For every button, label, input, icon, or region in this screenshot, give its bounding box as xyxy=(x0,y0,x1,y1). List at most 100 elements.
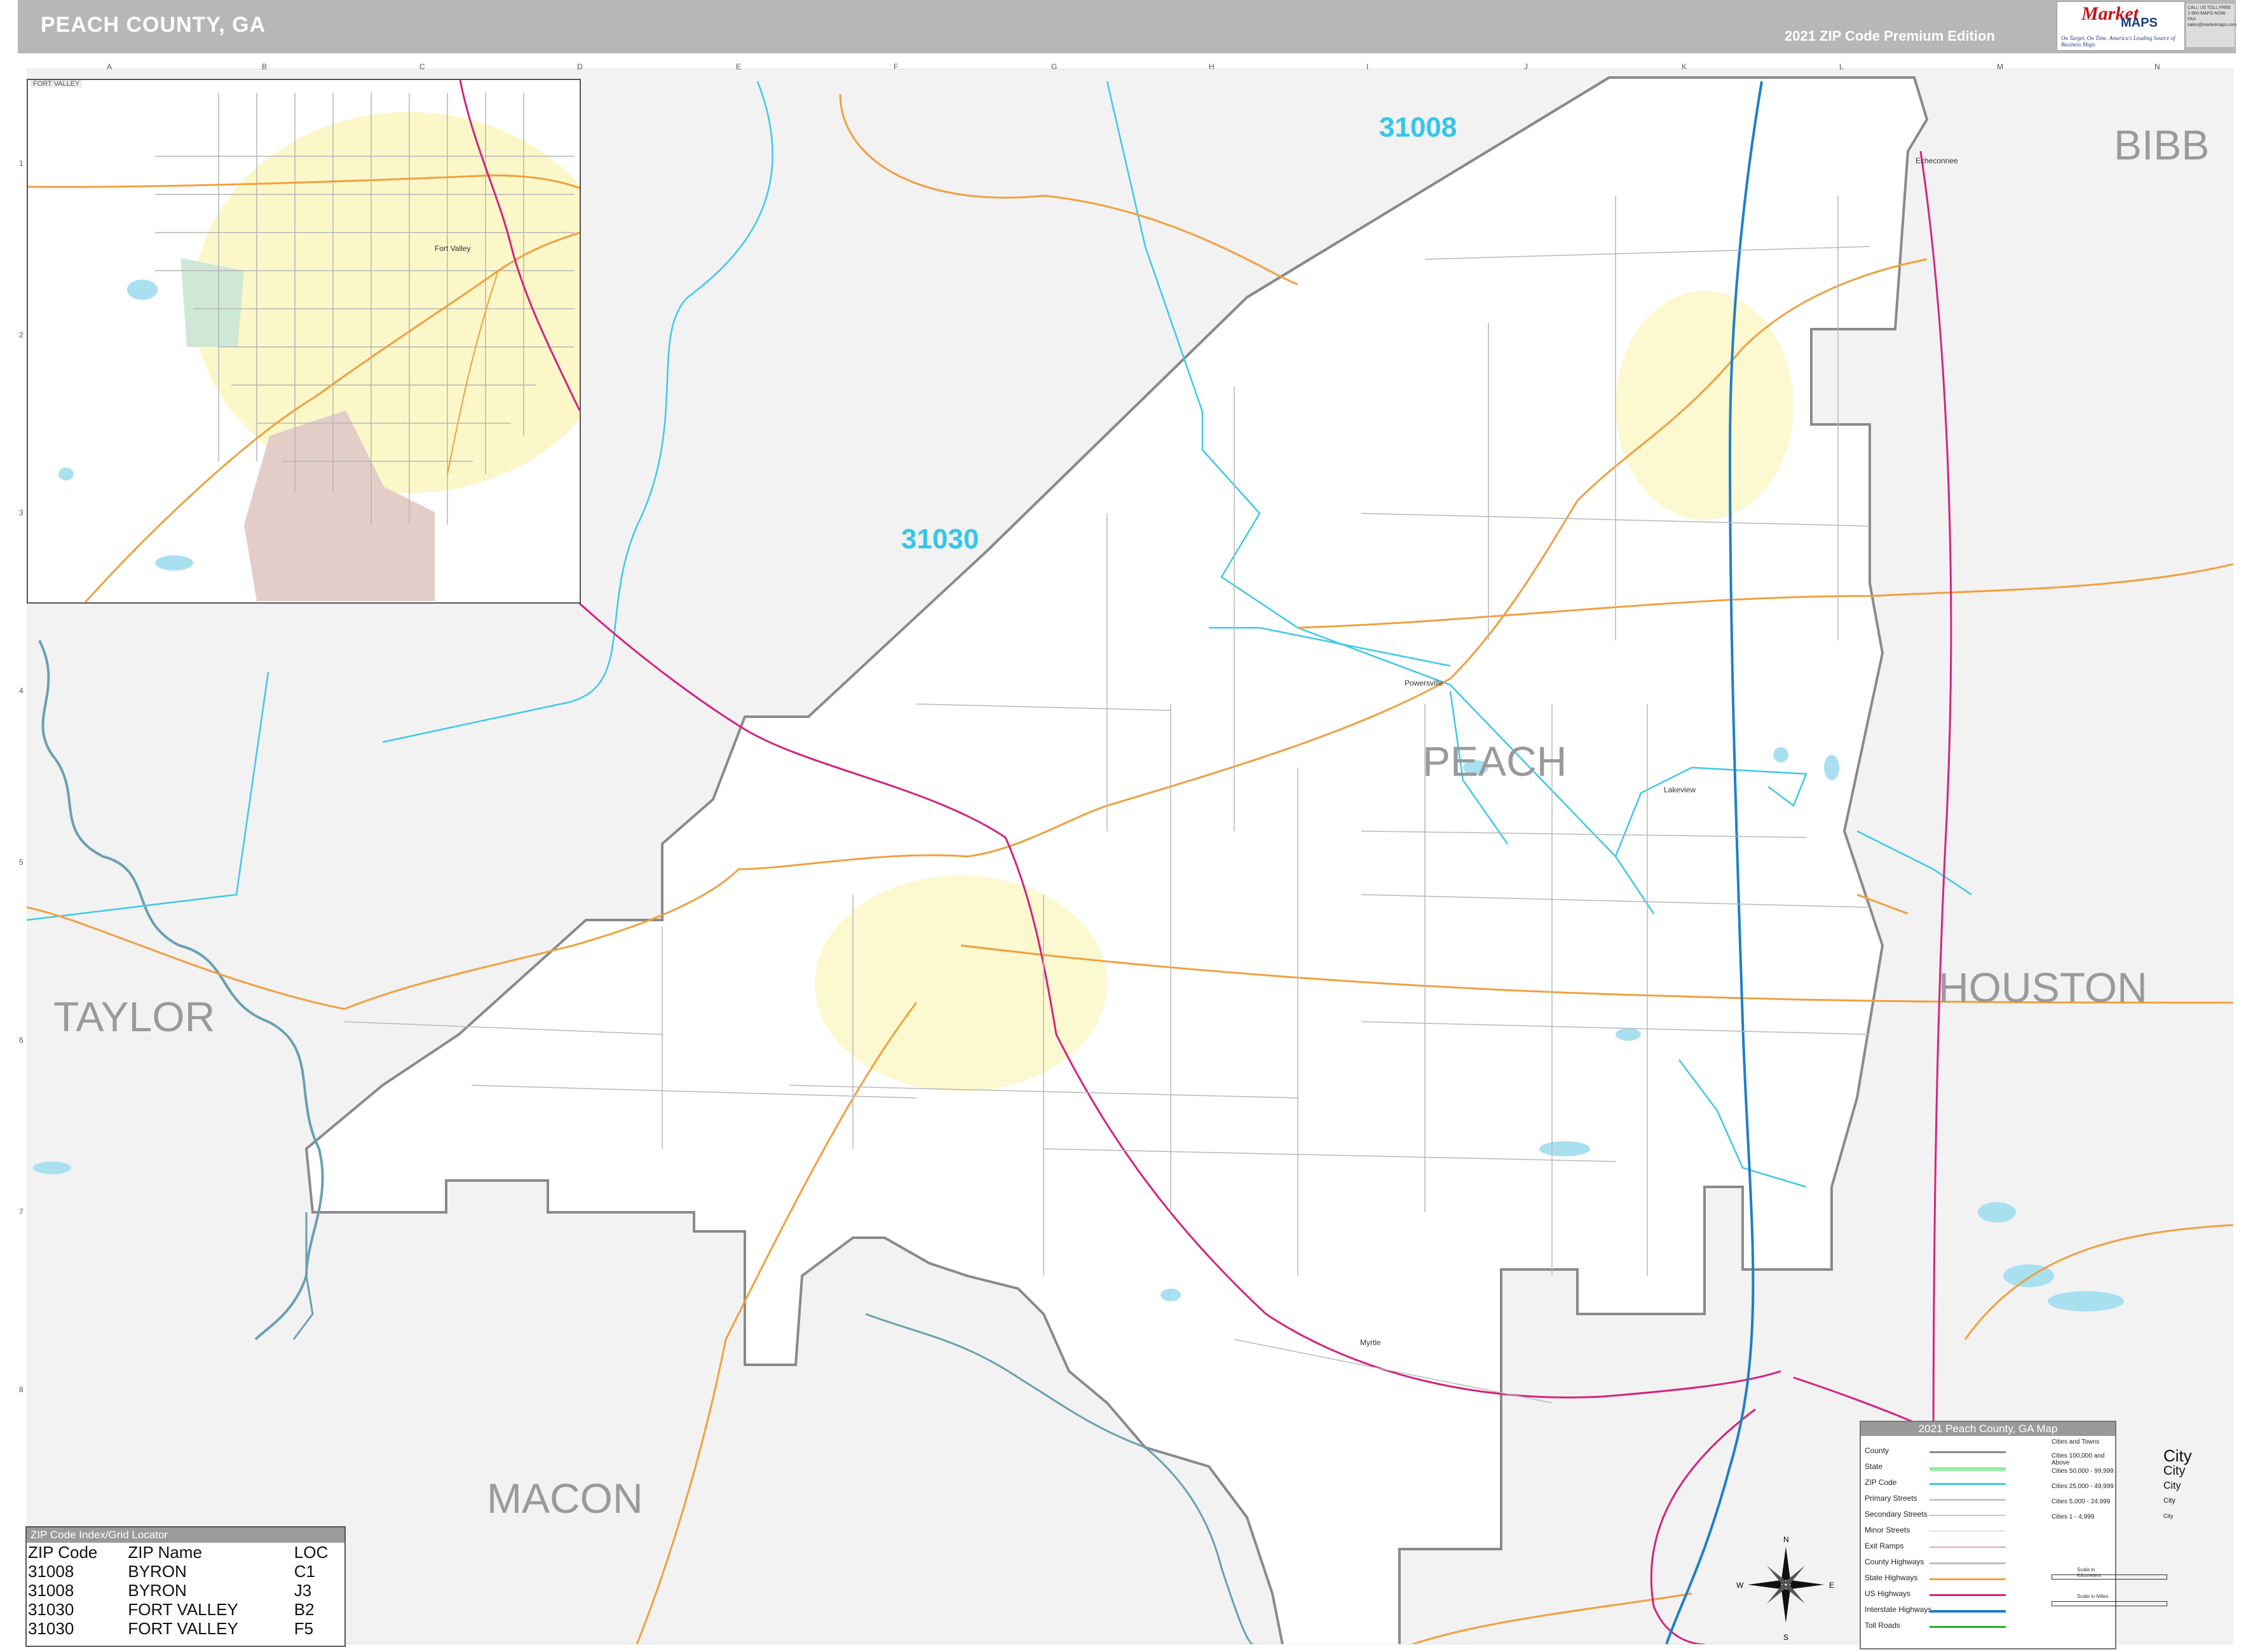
zip-loc-cell: B2 xyxy=(294,1600,315,1619)
zip-code-cell: 31030 xyxy=(28,1619,74,1638)
legend-pop-header: Cities and Towns xyxy=(2052,1439,2100,1446)
zip-index-header: LOC xyxy=(294,1543,329,1562)
legend-item: Exit Ramps xyxy=(1865,1541,1904,1550)
inset-title: FORT VALLEY xyxy=(31,80,83,88)
legend-swatch xyxy=(1930,1562,2006,1564)
edition-label: 2021 ZIP Code Premium Edition xyxy=(1785,28,1995,44)
zip-code-cell: 31008 xyxy=(28,1581,74,1600)
county-label-macon: MACON xyxy=(487,1475,643,1522)
place-label: Echeconnee xyxy=(1916,156,1958,165)
zip-code-cell: 31008 xyxy=(28,1562,74,1581)
grid-col-label: A xyxy=(107,62,112,71)
grid-col-label: C xyxy=(419,62,425,71)
grid-row-label: 5 xyxy=(19,858,24,867)
zip-index-table: ZIP Code Index/Grid Locator ZIP Code ZIP… xyxy=(25,1526,346,1647)
legend-swatch xyxy=(1930,1578,2006,1580)
legend-swatch xyxy=(1930,1451,2006,1453)
grid-row-label: 2 xyxy=(19,330,24,339)
legend-item: State xyxy=(1865,1462,1883,1471)
legend-item: Minor Streets xyxy=(1865,1526,1910,1534)
zip-label-31008: 31008 xyxy=(1379,112,1457,143)
legend-pop-range: Cities 5,000 - 24,999 xyxy=(2052,1498,2111,1505)
grid-row-label: 6 xyxy=(19,1036,24,1045)
legend-pop-sample: City xyxy=(2163,1480,2181,1491)
legend-pop-range: Cities 100,000 and Above xyxy=(2052,1452,2105,1466)
table-row: 31030 FORT VALLEY F5 xyxy=(28,1619,333,1638)
grid-col-label: E xyxy=(736,62,742,71)
grid-row-label: 4 xyxy=(19,686,24,695)
page-title: PEACH COUNTY, GA xyxy=(41,13,266,37)
legend-item: US Highways xyxy=(1865,1589,1911,1598)
scale-mi-bar xyxy=(2052,1601,2167,1606)
grid-col-label: K xyxy=(1682,62,1687,71)
legend-pop-range: Cities 50,000 - 99,999 xyxy=(2052,1468,2114,1475)
place-label: Myrtle xyxy=(1360,1338,1381,1347)
legend-item: Toll Roads xyxy=(1865,1621,1901,1630)
table-row: 31008 BYRON J3 xyxy=(28,1581,333,1600)
grid-col-label: H xyxy=(1209,62,1215,71)
market-maps-logo: Market MAPS On Target, On Time. America'… xyxy=(2057,1,2185,51)
legend-item: State Highways xyxy=(1865,1573,1918,1582)
zip-index-title: ZIP Code Index/Grid Locator xyxy=(27,1527,344,1543)
county-label-bibb: BIBB xyxy=(2114,121,2210,168)
legend-swatch xyxy=(1930,1499,2006,1501)
grid-col-label: L xyxy=(1839,62,1844,71)
legend-pop-range: Cities 1 - 4,999 xyxy=(2052,1513,2095,1520)
legend-pop-sample: City xyxy=(2163,1446,2192,1465)
legend-item: Secondary Streets xyxy=(1865,1510,1928,1519)
fort-valley-city-area xyxy=(815,876,1107,1092)
fort-valley-inset-map[interactable]: FORT VALLEY Fort Valley xyxy=(27,79,581,604)
compass-n: N xyxy=(1783,1535,1789,1544)
scale-mi-label: Scale in Miles xyxy=(2077,1594,2109,1599)
compass-e: E xyxy=(1829,1581,1835,1590)
inset-canvas xyxy=(28,80,580,602)
scale-km-bar xyxy=(2052,1574,2167,1580)
legend-swatch xyxy=(1930,1547,2006,1548)
logo-line2: MAPS xyxy=(2121,16,2158,30)
zip-index-grid: ZIP Code ZIP Name LOC 31008 BYRON C1 310… xyxy=(28,1543,333,1638)
grid-col-label: D xyxy=(577,62,583,71)
zip-index-header: ZIP Name xyxy=(128,1543,202,1562)
legend-swatch xyxy=(1930,1467,2006,1471)
legend-swatch xyxy=(1930,1610,2006,1613)
inset-place-label: Fort Valley xyxy=(435,244,471,253)
legend-pop-sample: City xyxy=(2163,1497,2175,1505)
grid-row-label: 1 xyxy=(19,159,24,168)
zip-index-header: ZIP Code xyxy=(28,1543,98,1562)
legend-item: Primary Streets xyxy=(1865,1494,1917,1503)
compass-rose-icon xyxy=(1748,1547,1824,1623)
legend-title: 2021 Peach County, GA Map xyxy=(1861,1422,2115,1436)
grid-row-label: 7 xyxy=(19,1207,24,1216)
legend-pop-range: Cities 25,000 - 49,999 xyxy=(2052,1483,2114,1490)
zip-name-cell: BYRON xyxy=(128,1581,187,1600)
compass-w: W xyxy=(1736,1581,1744,1590)
grid-col-label: G xyxy=(1051,62,1058,71)
legend-pop-sample: City xyxy=(2163,1513,2174,1519)
zip-label-31030: 31030 xyxy=(901,524,979,555)
zip-name-cell: FORT VALLEY xyxy=(128,1619,238,1638)
legend-swatch xyxy=(1930,1483,2006,1485)
legend-swatch xyxy=(1930,1626,2006,1628)
legend-item: County xyxy=(1865,1446,1889,1455)
county-label-houston: HOUSTON xyxy=(1938,964,2147,1011)
map-legend: 2021 Peach County, GA Map County State Z… xyxy=(1860,1421,2192,1649)
legend-swatch xyxy=(1930,1594,2006,1596)
grid-col-label: I xyxy=(1366,62,1369,71)
zip-loc-cell: F5 xyxy=(294,1619,314,1638)
zip-name-cell: BYRON xyxy=(128,1562,187,1581)
zip-code-cell: 31030 xyxy=(28,1600,74,1619)
contact-info: CALL US TOLL FREE 1-800-MAPS-NOW · FAX ·… xyxy=(2186,4,2236,47)
county-label-taylor: TAYLOR xyxy=(53,993,215,1040)
legend-item: Interstate Highways xyxy=(1865,1605,1932,1614)
legend-swatch xyxy=(1930,1515,2006,1516)
zip-name-cell: FORT VALLEY xyxy=(128,1600,238,1619)
legend-pop-sample: City xyxy=(2163,1464,2186,1478)
compass-s: S xyxy=(1783,1633,1789,1642)
grid-row-label: 8 xyxy=(19,1385,24,1394)
place-label: Powersville xyxy=(1405,679,1443,687)
grid-col-label: N xyxy=(2154,62,2160,71)
legend-item: ZIP Code xyxy=(1865,1478,1897,1487)
logo-tagline: On Target, On Time. America's Leading So… xyxy=(2061,35,2175,48)
grid-row-label: 3 xyxy=(19,508,24,517)
place-label: Lakeview xyxy=(1664,785,1696,794)
